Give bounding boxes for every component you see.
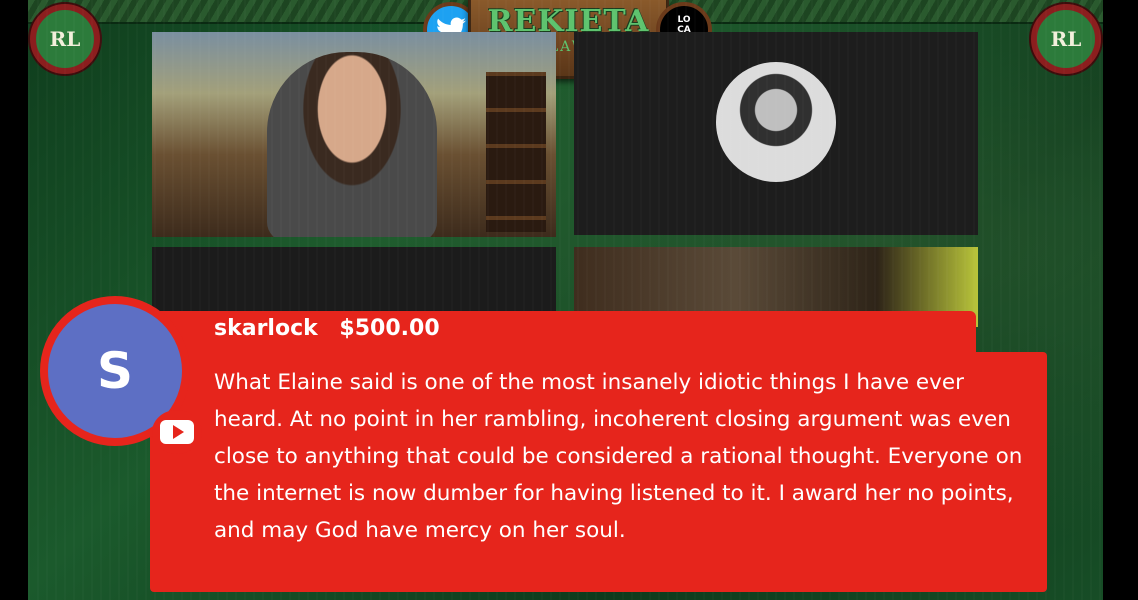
corner-logo-right-text: RL: [1050, 27, 1082, 51]
rekieta-logo-icon: RL: [30, 4, 100, 74]
corner-logo-left-text: RL: [49, 27, 81, 51]
video-feed-host: [152, 32, 556, 237]
video-feed-guest-avatar: [574, 32, 978, 235]
bookshelf: [486, 72, 546, 232]
locals-line-1: LO: [677, 15, 691, 25]
superchat-header: skarlock $500.00: [214, 316, 440, 341]
superchat-message: What Elaine said is one of the most insa…: [214, 370, 1023, 543]
superchat-amount: $500.00: [339, 316, 440, 341]
host-figure: [267, 52, 437, 237]
youtube-icon: [152, 410, 202, 454]
rekieta-logo-icon: RL: [1031, 4, 1101, 74]
guest-avatar: [716, 62, 836, 182]
superchat-avatar-letter: S: [96, 342, 133, 400]
superchat-username: skarlock: [214, 316, 318, 341]
